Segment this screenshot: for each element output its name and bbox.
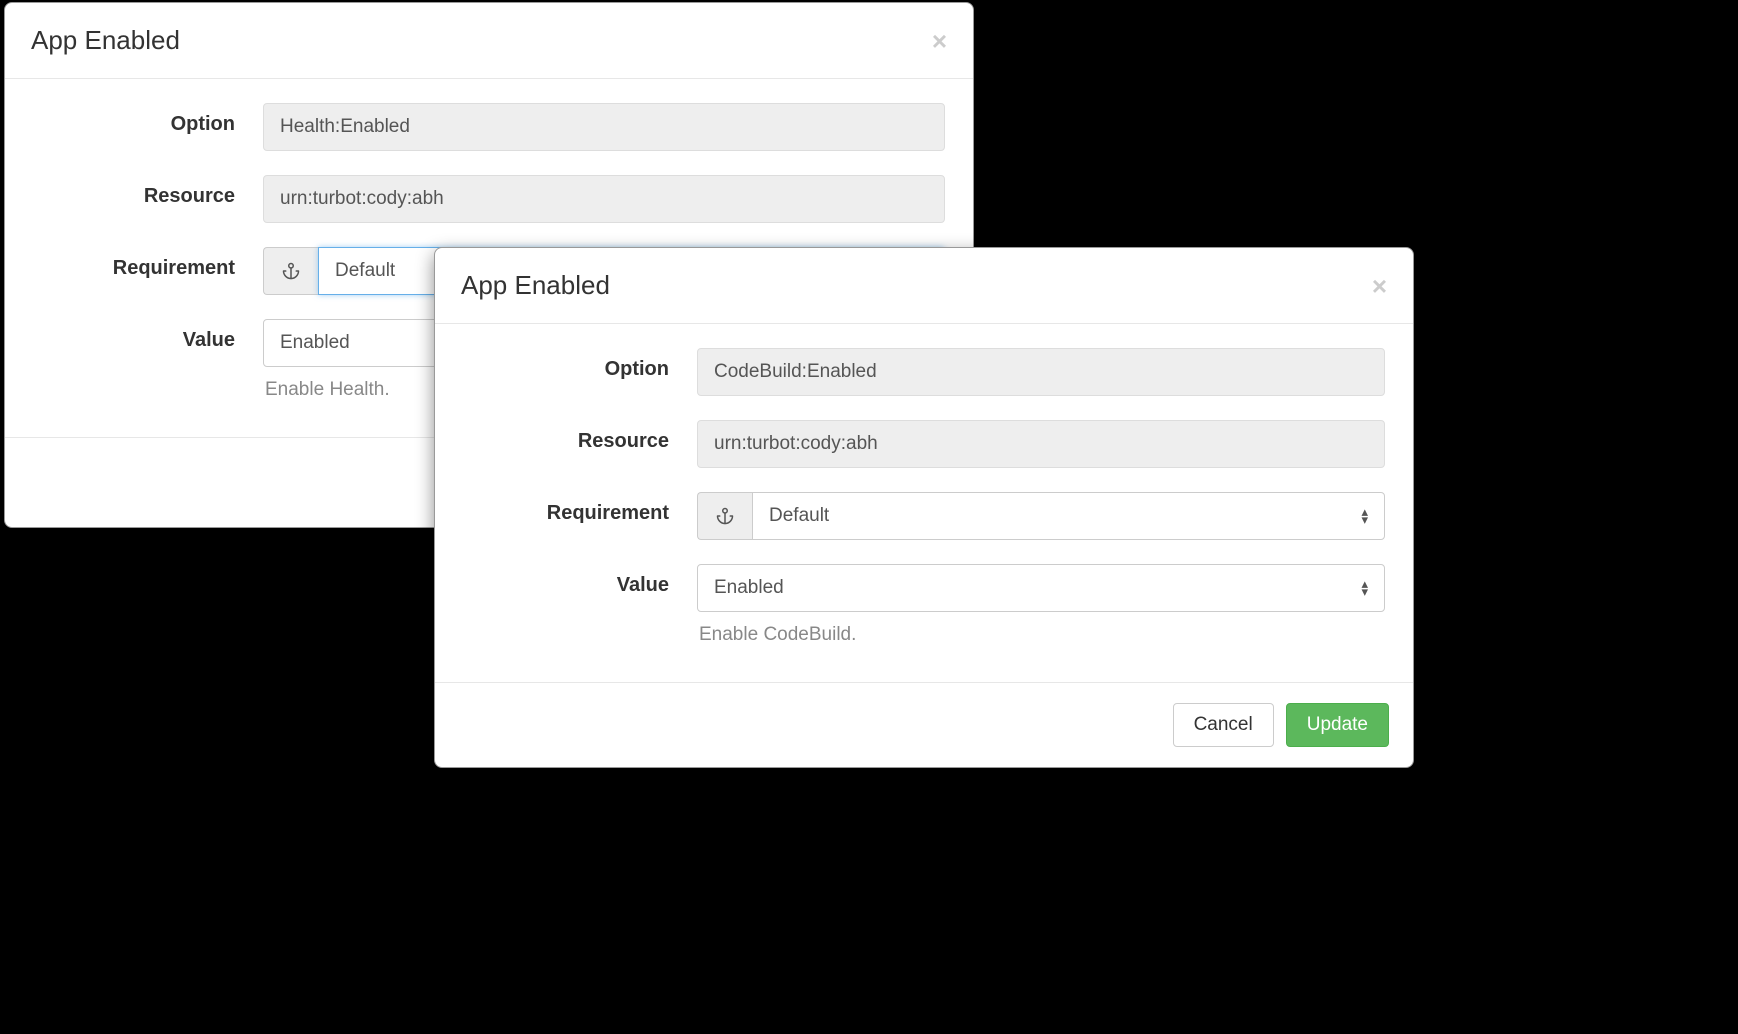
resource-input: urn:turbot:cody:abh (263, 175, 945, 223)
option-label: Option (33, 103, 263, 136)
resource-label: Resource (33, 175, 263, 208)
anchor-icon (263, 247, 318, 295)
value-label: Value (463, 564, 697, 597)
form-row-resource: Resource urn:turbot:cody:abh (33, 175, 945, 223)
option-input: Health:Enabled (263, 103, 945, 151)
modal-header: App Enabled × (5, 3, 973, 79)
option-input: CodeBuild:Enabled (697, 348, 1385, 396)
modal-body: Option CodeBuild:Enabled Resource urn:tu… (435, 324, 1413, 682)
requirement-label: Requirement (33, 247, 263, 280)
close-button[interactable]: × (932, 28, 947, 54)
requirement-value: Default (335, 260, 395, 282)
form-row-resource: Resource urn:turbot:cody:abh (463, 420, 1385, 468)
value-label: Value (33, 319, 263, 352)
anchor-icon (697, 492, 752, 540)
close-button[interactable]: × (1372, 273, 1387, 299)
modal-header: App Enabled × (435, 248, 1413, 324)
value-hint: Enable CodeBuild. (697, 624, 1385, 646)
requirement-value: Default (769, 505, 829, 527)
form-row-option: Option Health:Enabled (33, 103, 945, 151)
requirement-label: Requirement (463, 492, 697, 525)
option-label: Option (463, 348, 697, 381)
modal-footer: Cancel Update (435, 682, 1413, 767)
form-row-option: Option CodeBuild:Enabled (463, 348, 1385, 396)
resource-label: Resource (463, 420, 697, 453)
modal-title: App Enabled (31, 25, 180, 56)
value-value: Enabled (280, 332, 350, 354)
update-button[interactable]: Update (1286, 703, 1389, 747)
cancel-button[interactable]: Cancel (1173, 703, 1274, 747)
value-select[interactable]: Enabled ▴▾ (697, 564, 1385, 612)
requirement-select[interactable]: Default ▴▾ (752, 492, 1385, 540)
select-arrows-icon: ▴▾ (1361, 508, 1368, 524)
form-row-requirement: Requirement Default ▴▾ (463, 492, 1385, 540)
modal-title: App Enabled (461, 270, 610, 301)
modal-app-enabled-codebuild: App Enabled × Option CodeBuild:Enabled R… (434, 247, 1414, 768)
resource-input: urn:turbot:cody:abh (697, 420, 1385, 468)
select-arrows-icon: ▴▾ (1361, 580, 1368, 596)
form-row-value: Value Enabled ▴▾ Enable CodeBuild. (463, 564, 1385, 646)
value-value: Enabled (714, 577, 784, 599)
